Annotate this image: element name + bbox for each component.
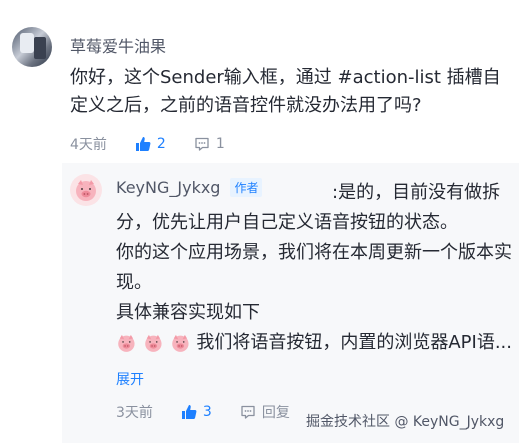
comment-icon — [241, 405, 255, 419]
reply-reply-label: 回复 — [261, 405, 290, 421]
comment-actions: 4天前 2 1 — [70, 134, 253, 154]
thumbs-up-icon — [181, 405, 197, 419]
commenter-name[interactable]: 草莓爱牛油果 — [70, 33, 166, 57]
reply-reply-button[interactable]: 回复 — [240, 402, 290, 422]
comment-content: 你好，这个Sender输入框，通过 #action-list 插槽自定义之后，之… — [70, 67, 501, 116]
thumbs-up-icon — [135, 137, 151, 151]
reply-line-4-text: 我们将语音按钮，内置的浏览器API语... — [196, 332, 512, 353]
comment-icon — [195, 137, 209, 151]
watermark: 掘金技术社区 @ KeyNG_Jykxg — [306, 414, 505, 430]
reply-line-4: 我们将语音按钮，内置的浏览器API语... — [116, 328, 512, 358]
comment-like-count: 2 — [156, 136, 166, 152]
reply-actions: 3天前 3 回复 — [116, 402, 318, 422]
reply-content: :是的，目前没有做拆分，优先让用户自己定义语音按钮的状态。 你的这个应用场景，我… — [116, 182, 512, 358]
pig-face-icon — [76, 180, 96, 201]
reply-line-3: 具体兼容实现如下 — [116, 302, 260, 323]
comment-reply-button[interactable]: 1 — [194, 136, 225, 152]
comment-reply-count: 1 — [215, 136, 225, 152]
comment-like-button[interactable]: 2 — [135, 136, 166, 152]
reply-author-avatar[interactable] — [70, 174, 102, 206]
reply-time: 3天前 — [116, 405, 153, 421]
reply-line-2: 你的这个应用场景，我们将在本周更新一个版本实现。 — [116, 242, 512, 293]
comment-time: 4天前 — [70, 137, 107, 153]
pig-face-icon — [171, 334, 189, 352]
reply-line-1: 是的，目前没有做拆分，优先让用户自己定义语音按钮的状态。 — [116, 182, 501, 233]
reply-like-button[interactable]: 3 — [181, 404, 212, 420]
expand-link[interactable]: 展开 — [116, 369, 144, 389]
commenter-avatar[interactable] — [12, 27, 52, 67]
pig-face-icon — [145, 334, 162, 352]
pig-face-icon — [118, 334, 135, 352]
reply-like-count: 3 — [202, 404, 212, 420]
